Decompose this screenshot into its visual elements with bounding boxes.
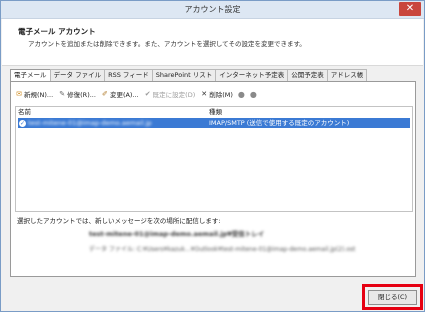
header-description: アカウントを追加または削除できます。また、アカウントを選択してその設定を変更でき… [28,40,306,48]
header-divider [2,65,423,66]
new-account-icon: ✉ [16,90,22,98]
title-bar: アカウント設定 ✕ [1,1,424,19]
account-type: IMAP/SMTP (送信で使用する既定のアカウント) [209,119,350,127]
list-header: 名前 種類 [16,107,412,118]
remove-button-label: 削除(M) [209,91,233,99]
window-title: アカウント設定 [184,5,241,14]
delivery-folder: test-mitene-01@imap-demo.aemail.jp¥受信トレイ [89,230,265,238]
account-settings-window: アカウント設定 ✕ 電子メール アカウント アカウントを追加または削除できます。… [0,0,425,312]
repair-button[interactable]: ✎ 修復(R)... [58,89,96,99]
change-button[interactable]: ✐ 変更(A)... [101,89,139,99]
change-icon: ✐ [102,90,108,98]
tab-rss-feeds[interactable]: RSS フィード [104,69,153,81]
header-title: 電子メール アカウント [18,27,96,36]
set-default-icon: ✔ [144,90,151,98]
tab-data-files[interactable]: データ ファイル [49,69,106,81]
account-toolbar: ✉ 新規(N)... ✎ 修復(R)... ✐ 変更(A)... ✔ 既定に設定… [15,88,262,100]
column-header-type[interactable]: 種類 [209,107,412,118]
delivery-data-file: データ ファイル: C:¥Users¥kazuk...¥Outlook¥test… [89,246,356,253]
set-default-button[interactable]: ✔ 既定に設定(D) [144,89,196,99]
default-account-check-icon: ✓ [19,119,26,127]
change-button-label: 変更(A)... [109,91,139,99]
new-button-label: 新規(N)... [24,91,54,99]
account-name: test-mitene-01@imap-demo.aemail.jp [28,119,152,127]
account-name-cell: ✓ test-mitene-01@imap-demo.aemail.jp [18,118,209,128]
move-down-icon[interactable]: ● [250,90,257,99]
set-default-button-label: 既定に設定(D) [152,91,196,99]
column-header-name[interactable]: 名前 [16,107,209,118]
tab-internet-calendars[interactable]: インターネット予定表 [215,69,289,81]
repair-icon: ✎ [59,90,66,98]
remove-icon: ✕ [201,90,208,98]
tab-sharepoint-lists[interactable]: SharePoint リスト [151,69,217,81]
close-button[interactable]: 閉じる(C) [368,290,417,305]
tab-strip: 電子メール データ ファイル RSS フィード SharePoint リスト イ… [10,69,368,82]
move-up-icon[interactable]: ● [238,90,245,99]
delivery-label: 選択したアカウントでは、新しいメッセージを次の場所に配信します: [17,217,221,225]
remove-button[interactable]: ✕ 削除(M) [200,89,233,99]
new-button[interactable]: ✉ 新規(N)... [15,89,53,99]
tab-published-calendars[interactable]: 公開予定表 [287,69,328,81]
table-row[interactable]: ✓ test-mitene-01@imap-demo.aemail.jp IMA… [18,118,410,128]
email-tab-panel: ✉ 新規(N)... ✎ 修復(R)... ✐ 変更(A)... ✔ 既定に設定… [10,81,416,277]
tab-address-books[interactable]: アドレス帳 [326,69,368,81]
window-close-button[interactable]: ✕ [399,2,421,16]
account-list[interactable]: 名前 種類 ✓ test-mitene-01@imap-demo.aemail.… [15,106,413,212]
header-panel: 電子メール アカウント アカウントを追加または削除できます。また、アカウントを選… [2,19,423,65]
repair-button-label: 修復(R)... [67,91,96,99]
